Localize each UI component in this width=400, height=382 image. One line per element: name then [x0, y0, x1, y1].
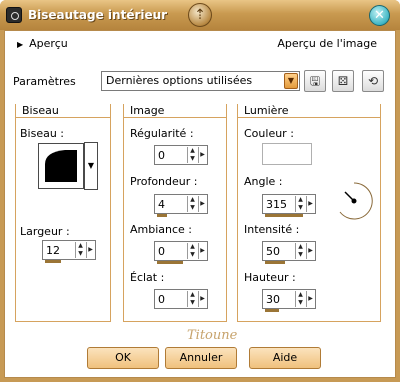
reset-preset-icon: ⟲ — [367, 74, 379, 88]
watermark-signature: Titoune — [187, 328, 238, 343]
intensite-slider-track[interactable] — [265, 261, 285, 264]
hauteur-label: Hauteur : — [244, 271, 296, 284]
spin-updown-icon[interactable]: ▲ ▼ — [75, 242, 85, 258]
regularite-spinner[interactable]: 0 ▲ ▼ ▶ — [154, 145, 208, 165]
hauteur-value: 30 — [266, 293, 280, 306]
bevel-shape-preview[interactable] — [38, 143, 84, 189]
ambiance-spinner[interactable]: 0 ▲ ▼ ▶ — [154, 241, 208, 264]
spin-slider-icon[interactable]: ▶ — [306, 196, 314, 212]
save-preset-icon: 🖫 — [309, 74, 321, 88]
biseau-label: Biseau : — [20, 127, 65, 140]
bevel-shape-dropdown-button[interactable]: ▼ — [84, 142, 98, 190]
cancel-button[interactable]: Annuler — [165, 347, 237, 369]
spin-slider-icon[interactable]: ▶ — [306, 291, 314, 307]
ambiance-value: 0 — [158, 245, 165, 258]
group-image-title: Image — [124, 104, 226, 118]
expand-arrow-icon: ▶ — [17, 40, 24, 49]
profondeur-slider-track[interactable] — [157, 214, 167, 217]
largeur-slider-track[interactable] — [45, 260, 61, 263]
dialog-client-area: ▶ Aperçu Aperçu de l'image Paramètres Der… — [4, 30, 396, 378]
close-button[interactable]: ✕ — [369, 5, 390, 26]
group-lumiere-title: Lumière — [238, 104, 380, 118]
profondeur-label: Profondeur : — [130, 175, 198, 188]
intensite-value: 50 — [266, 245, 280, 258]
angle-spinner[interactable]: 315 ▲ ▼ ▶ — [262, 194, 316, 217]
help-emblem-icon[interactable]: ⇡ — [188, 3, 212, 27]
spin-slider-icon[interactable]: ▶ — [198, 243, 206, 259]
spin-slider-icon[interactable]: ▶ — [198, 196, 206, 212]
group-image: Image Régularité : 0 ▲ ▼ ▶ Profondeur : 4… — [123, 104, 227, 322]
group-lumiere: Lumière Couleur : Angle : 315 ▲ ▼ ▶ Inten… — [237, 104, 381, 322]
title-bar[interactable]: Biseautage intérieur ⇡ ✕ — [0, 0, 400, 30]
spin-updown-icon[interactable]: ▲ ▼ — [187, 196, 197, 212]
save-preset-button[interactable]: 🖫 — [304, 70, 326, 92]
bevel-shape-icon — [45, 150, 77, 182]
intensite-label: Intensité : — [244, 223, 300, 236]
couleur-label: Couleur : — [244, 127, 294, 140]
spin-slider-icon[interactable]: ▶ — [306, 243, 314, 259]
largeur-label: Largeur : — [20, 225, 70, 238]
spin-slider-icon[interactable]: ▶ — [198, 291, 206, 307]
chevron-down-icon[interactable]: ▼ — [284, 73, 298, 89]
intensite-spinner[interactable]: 50 ▲ ▼ ▶ — [262, 241, 316, 264]
group-biseau: Biseau Biseau : ▼ Largeur : 12 ▲ ▼ ▶ — [15, 104, 111, 322]
eclat-value: 0 — [158, 293, 165, 306]
preview-toggle[interactable]: ▶ Aperçu — [17, 37, 68, 50]
image-preview-toggle[interactable]: Aperçu de l'image — [277, 37, 377, 50]
profondeur-spinner[interactable]: 4 ▲ ▼ ▶ — [154, 194, 208, 217]
chevron-down-icon: ▼ — [87, 161, 95, 170]
spin-slider-icon[interactable]: ▶ — [86, 242, 94, 258]
preset-dropdown[interactable]: Dernières options utilisées ▼ — [101, 71, 300, 91]
angle-dial-icon — [339, 182, 373, 220]
spin-updown-icon[interactable]: ▲ ▼ — [187, 147, 197, 163]
largeur-value: 12 — [46, 244, 60, 257]
preview-toggle-label: Aperçu — [29, 37, 68, 50]
spin-updown-icon[interactable]: ▲ ▼ — [187, 291, 197, 307]
regularite-value: 0 — [158, 149, 165, 162]
hauteur-spinner[interactable]: 30 ▲ ▼ ▶ — [262, 289, 316, 312]
spin-updown-icon[interactable]: ▲ ▼ — [295, 243, 305, 259]
profondeur-value: 4 — [158, 198, 165, 211]
params-label: Paramètres — [13, 75, 76, 88]
random-dice-icon: ⚄ — [337, 74, 349, 88]
spin-updown-icon[interactable]: ▲ ▼ — [295, 291, 305, 307]
angle-dial[interactable] — [334, 181, 374, 221]
angle-value: 315 — [266, 198, 287, 211]
spin-updown-icon[interactable]: ▲ ▼ — [187, 243, 197, 259]
reset-preset-button[interactable]: ⟲ — [362, 70, 384, 92]
eclat-spinner[interactable]: 0 ▲ ▼ ▶ — [154, 289, 208, 309]
spin-slider-icon[interactable]: ▶ — [198, 147, 206, 163]
ambiance-slider-track[interactable] — [157, 261, 183, 264]
dialog-window: Biseautage intérieur ⇡ ✕ ▶ Aperçu Aperçu … — [0, 0, 400, 382]
largeur-spinner[interactable]: 12 ▲ ▼ ▶ — [42, 240, 96, 263]
random-button[interactable]: ⚄ — [332, 70, 354, 92]
angle-label: Angle : — [244, 175, 283, 188]
preset-value: Dernières options utilisées — [106, 74, 253, 87]
angle-slider-track[interactable] — [265, 214, 303, 217]
regularite-label: Régularité : — [130, 127, 194, 140]
window-title: Biseautage intérieur — [28, 8, 168, 22]
hauteur-slider-track[interactable] — [265, 309, 279, 312]
eclat-label: Éclat : — [130, 271, 165, 284]
help-button[interactable]: Aide — [249, 347, 321, 369]
ok-button[interactable]: OK — [87, 347, 159, 369]
group-biseau-title: Biseau — [16, 104, 110, 118]
light-color-swatch[interactable] — [262, 143, 312, 165]
spin-updown-icon[interactable]: ▲ ▼ — [295, 196, 305, 212]
ambiance-label: Ambiance : — [130, 223, 193, 236]
app-camera-icon[interactable] — [6, 7, 22, 23]
